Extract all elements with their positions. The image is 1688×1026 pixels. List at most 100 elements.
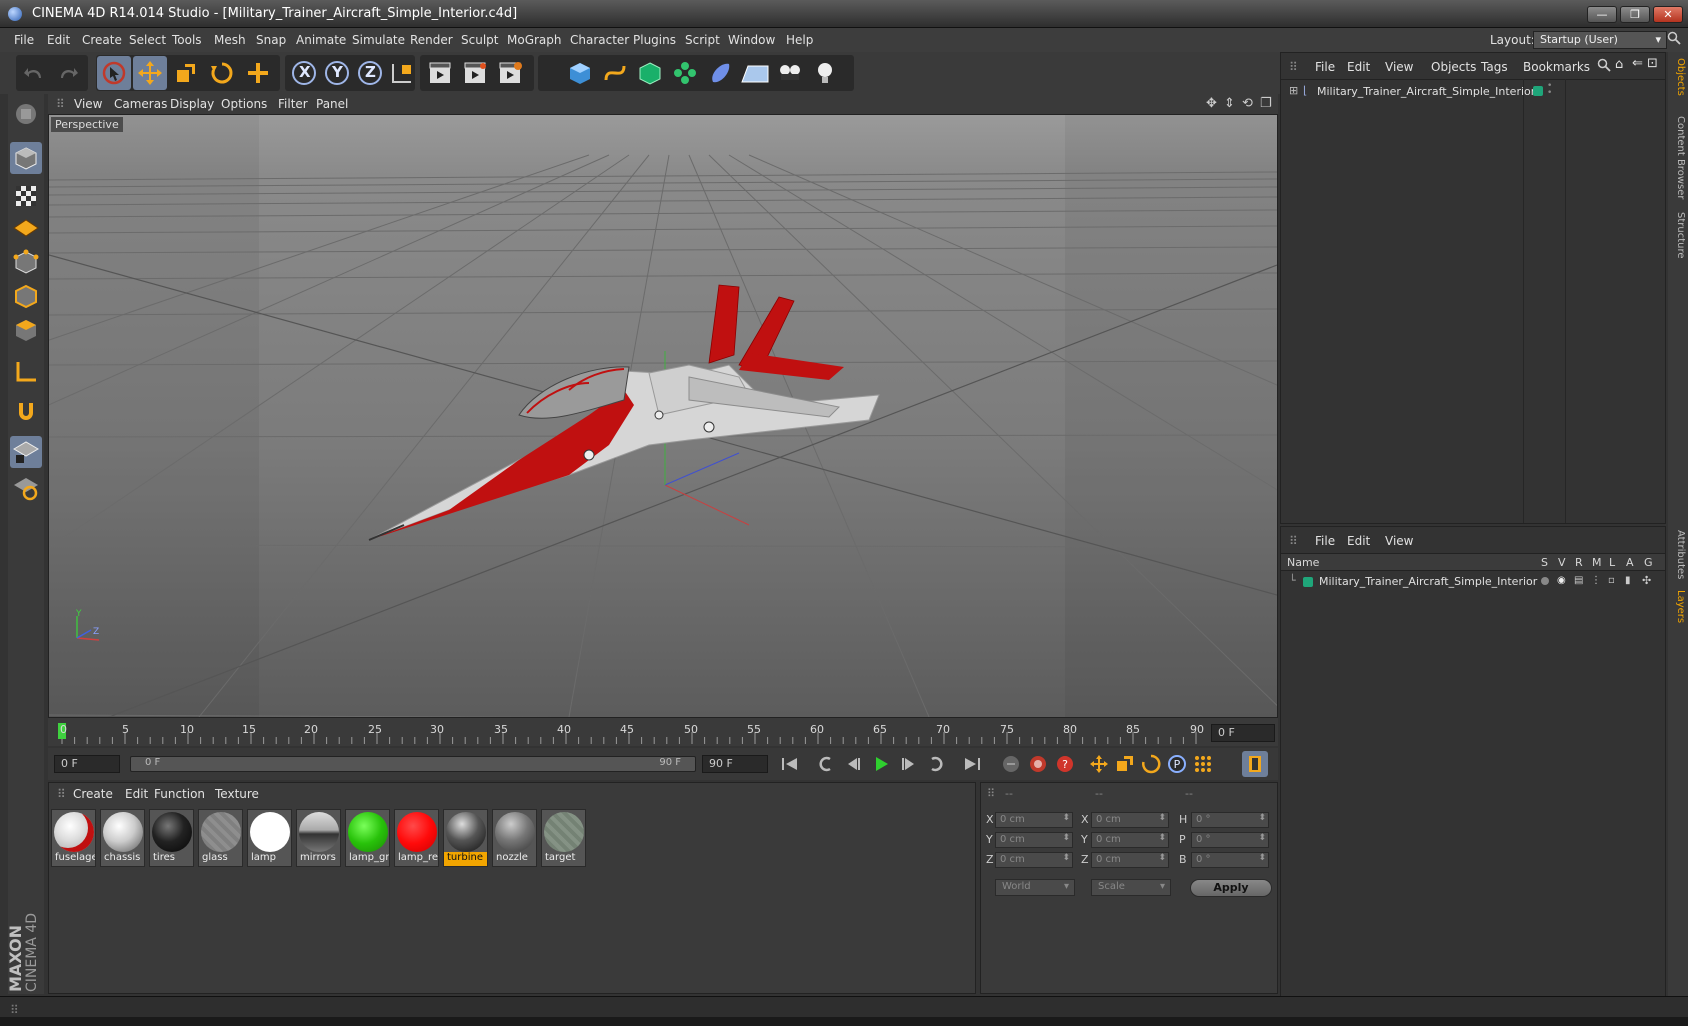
material-swatch-lamp-red[interactable]: lamp_re <box>394 809 439 867</box>
menu-animate[interactable]: Animate <box>296 33 346 47</box>
tab-layers[interactable]: Layers <box>1670 590 1686 623</box>
move-icon[interactable] <box>133 56 167 90</box>
light-icon[interactable] <box>808 56 842 90</box>
layer-animation-icon[interactable]: ▮ <box>1625 575 1631 586</box>
menu-mograph[interactable]: MoGraph <box>507 33 562 47</box>
tab-structure[interactable]: Structure <box>1670 212 1686 259</box>
viewport-menu-cameras[interactable]: Cameras <box>114 97 167 111</box>
layer-solo-toggle[interactable] <box>1541 577 1549 585</box>
viewport-menu-filter[interactable]: Filter <box>278 97 308 111</box>
menu-simulate[interactable]: Simulate <box>352 33 405 47</box>
menu-sculpt[interactable]: Sculpt <box>461 33 498 47</box>
size-mode-dropdown[interactable]: Scale <box>1091 879 1171 896</box>
size-y-field[interactable]: 0 cm <box>1091 832 1169 848</box>
viewport-layout-icon[interactable]: ❐ <box>1260 96 1272 111</box>
viewport-move-icon[interactable]: ✥ <box>1206 96 1217 111</box>
material-swatch-chassis[interactable]: chassis <box>100 809 145 867</box>
maximize-button[interactable]: ❐ <box>1620 6 1650 23</box>
cube-icon[interactable] <box>563 56 597 90</box>
material-swatch-glass[interactable]: glass <box>198 809 243 867</box>
pos-x-field[interactable]: 0 cm <box>995 812 1073 828</box>
menu-render[interactable]: Render <box>410 33 453 47</box>
menu-file[interactable]: File <box>14 33 34 47</box>
key-rotation-icon[interactable] <box>1138 751 1164 777</box>
key-scale-icon[interactable] <box>1112 751 1138 777</box>
menu-edit[interactable]: Edit <box>47 33 70 47</box>
previous-key-icon[interactable] <box>812 751 838 777</box>
objects-link-icon[interactable]: ⇐ <box>1632 56 1643 71</box>
coordinate-system-icon[interactable] <box>385 56 419 90</box>
menu-window[interactable]: Window <box>728 33 775 47</box>
pos-y-field[interactable]: 0 cm <box>995 832 1073 848</box>
rot-p-field[interactable]: 0 ° <box>1191 832 1269 848</box>
render-picture-viewer-icon[interactable] <box>458 56 492 90</box>
viewport-menu-panel[interactable]: Panel <box>316 97 348 111</box>
previous-frame-icon[interactable] <box>840 751 866 777</box>
menu-character[interactable]: Character <box>570 33 629 47</box>
render-settings-icon[interactable] <box>493 56 527 90</box>
material-swatch-lamp-green[interactable]: lamp_gr <box>345 809 390 867</box>
key-parameter-icon[interactable]: P <box>1164 751 1190 777</box>
menu-script[interactable]: Script <box>685 33 720 47</box>
viewport-zoom-icon[interactable]: ⇕ <box>1224 96 1235 111</box>
pos-z-field[interactable]: 0 cm <box>995 852 1073 868</box>
solo-mode-icon[interactable] <box>10 472 42 504</box>
layer-row[interactable]: └ Military_Trainer_Aircraft_Simple_Inter… <box>1281 573 1665 591</box>
keyframe-selection-icon[interactable]: ? <box>1052 751 1078 777</box>
polygons-mode-icon[interactable] <box>10 314 42 346</box>
material-menu-create[interactable]: Create <box>73 787 113 801</box>
menu-tools[interactable]: Tools <box>172 33 202 47</box>
nurbs-icon[interactable] <box>633 56 667 90</box>
camera-icon[interactable] <box>773 56 807 90</box>
layer-render-icon[interactable]: ▤ <box>1574 575 1583 586</box>
material-swatch-target[interactable]: target <box>541 809 586 867</box>
viewport-menu-display[interactable]: Display <box>170 97 214 111</box>
layer-view-eye-icon[interactable]: ◉ <box>1557 575 1566 586</box>
timeline-ruler[interactable]: 0 5 10 15 20 25 30 35 40 45 50 55 60 65 … <box>48 718 1278 746</box>
menu-mesh[interactable]: Mesh <box>214 33 246 47</box>
go-to-start-icon[interactable] <box>777 751 803 777</box>
layer-manager-icon[interactable]: ⋮ <box>1591 575 1601 586</box>
edges-mode-icon[interactable] <box>10 280 42 312</box>
tab-content-browser[interactable]: Content Browser <box>1670 116 1686 199</box>
snap-magnet-icon[interactable] <box>10 396 42 428</box>
make-editable-icon[interactable] <box>10 98 42 130</box>
close-button[interactable]: ✕ <box>1653 6 1683 23</box>
coordinate-mode-dropdown[interactable]: World <box>995 879 1075 896</box>
points-mode-icon[interactable] <box>10 246 42 278</box>
scale-icon[interactable] <box>169 56 203 90</box>
enable-axis-icon[interactable] <box>10 356 42 388</box>
redo-icon[interactable] <box>51 56 85 90</box>
menu-help[interactable]: Help <box>786 33 813 47</box>
deformer-icon[interactable] <box>703 56 737 90</box>
minimize-button[interactable]: — <box>1587 6 1617 23</box>
floor-icon[interactable] <box>738 56 772 90</box>
aircraft-model[interactable] <box>368 284 880 541</box>
size-z-field[interactable]: 0 cm <box>1091 852 1169 868</box>
texture-mode-icon[interactable] <box>10 180 42 212</box>
add-tool-icon[interactable] <box>241 56 275 90</box>
objects-search-icon[interactable] <box>1597 58 1611 75</box>
material-swatch-fuselage[interactable]: fuselage <box>51 809 96 867</box>
next-frame-icon[interactable] <box>896 751 922 777</box>
layout-dropdown[interactable]: Startup (User) <box>1533 31 1667 49</box>
perspective-viewport[interactable]: Perspective Y Z <box>48 114 1278 718</box>
record-keys-icon[interactable] <box>998 751 1024 777</box>
layers-menu-file[interactable]: File <box>1315 534 1335 548</box>
key-position-icon[interactable] <box>1086 751 1112 777</box>
array-icon[interactable] <box>668 56 702 90</box>
material-menu-texture[interactable]: Texture <box>215 787 259 801</box>
tab-objects[interactable]: Objects <box>1670 58 1686 96</box>
material-swatch-tires[interactable]: tires <box>149 809 194 867</box>
play-icon[interactable] <box>868 751 894 777</box>
expand-icon[interactable]: ⊞ <box>1289 84 1298 97</box>
layer-color-badge[interactable] <box>1533 86 1543 96</box>
start-frame-field[interactable]: 0 F <box>54 755 120 773</box>
layer-lock-icon[interactable]: ▫ <box>1608 575 1615 586</box>
current-frame-field[interactable]: 0 F <box>1211 724 1275 742</box>
rotate-icon[interactable] <box>205 56 239 90</box>
frame-range-slider[interactable]: 0 F 90 F <box>130 756 696 772</box>
layer-generator-icon[interactable]: ✣ <box>1642 574 1651 587</box>
layer-name[interactable]: Military_Trainer_Aircraft_Simple_Interio… <box>1319 575 1537 588</box>
search-icon[interactable] <box>1667 31 1681 48</box>
